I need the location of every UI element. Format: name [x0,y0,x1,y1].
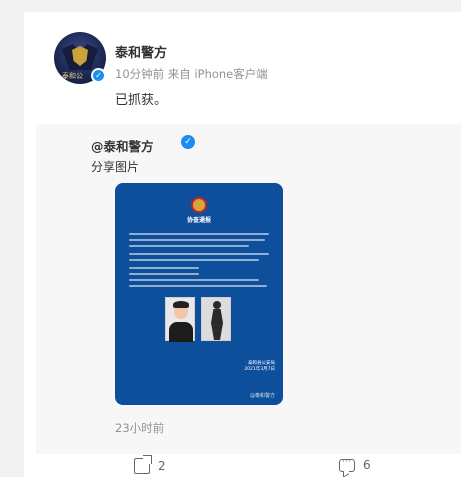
poster-text-line [129,233,269,235]
verified-badge-icon: ✓ [181,135,195,149]
figure-body [211,309,223,340]
poster-title: 协查通报 [186,217,211,224]
poster-text-line [129,267,199,269]
poster-text-line [129,239,265,241]
action-bar: 2 6 [24,455,461,477]
poster-text-line [129,253,269,255]
poster-text-line [129,285,267,287]
poster-text-line [129,259,259,261]
suspect-hair [173,301,189,308]
repost-text: 分享图片 [91,160,140,174]
poster-text-line [129,273,199,275]
comment-button[interactable]: 6 [339,457,371,472]
figure-head [213,301,221,309]
post-meta: 10分钟前 来自 iPhone客户端 [115,67,268,81]
poster-text-line [129,245,249,247]
repost-author[interactable]: @泰和警方 [91,136,154,155]
share-button[interactable]: 2 [134,455,166,474]
repost-block[interactable]: @泰和警方 ✓ 分享图片 协查通报 泰和县公安局 2021年3月7日 @泰和警方… [36,124,461,454]
image-watermark: @泰和警方 [249,393,275,399]
poster-footer-date: 2021年3月7日 [244,367,275,372]
poster-footer: 泰和县公安局 2021年3月7日 [244,360,275,372]
share-count: 2 [158,459,166,473]
suspect-photo [165,297,195,342]
shared-image[interactable]: 协查通报 泰和县公安局 2021年3月7日 @泰和警方 [115,183,283,405]
repost-time: 23小时前 [115,421,165,435]
share-icon [134,455,152,474]
verified-badge-icon: ✓ [91,68,106,83]
avatar-label: 泰和公 [62,72,83,80]
comment-count: 6 [363,458,371,472]
poster-text-line [129,279,259,281]
suspect-fullbody-photo [201,297,231,341]
post-text: 已抓获。 [115,93,168,108]
suspect-shirt [169,322,193,342]
post-author[interactable]: 泰和警方 [115,42,167,61]
comment-icon [339,457,355,472]
police-emblem-icon [191,197,207,213]
